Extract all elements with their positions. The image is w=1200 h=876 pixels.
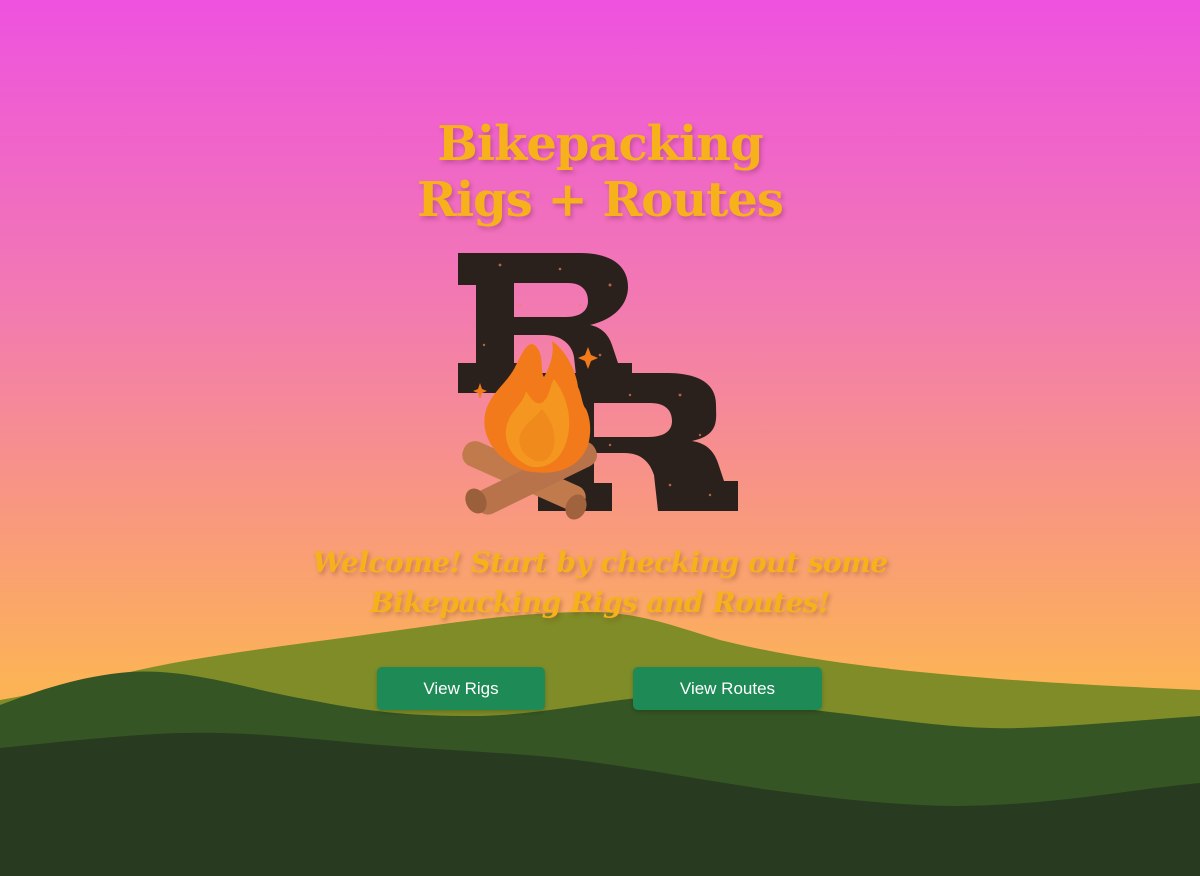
tagline-line-1: Welcome! Start by checking out some [312,546,888,579]
title-line-2: Rigs + Routes [417,172,784,228]
welcome-tagline: Welcome! Start by checking out some Bike… [0,543,1200,623]
view-rigs-button[interactable]: View Rigs [377,667,545,710]
campfire-rr-logo-icon [458,253,738,520]
title-line-1: Bikepacking [437,116,763,172]
tagline-line-2: Bikepacking Rigs and Routes! [370,586,830,619]
page-title: Bikepacking Rigs + Routes [0,116,1200,228]
letter-r-upper [458,253,632,393]
view-routes-button[interactable]: View Routes [633,667,822,710]
